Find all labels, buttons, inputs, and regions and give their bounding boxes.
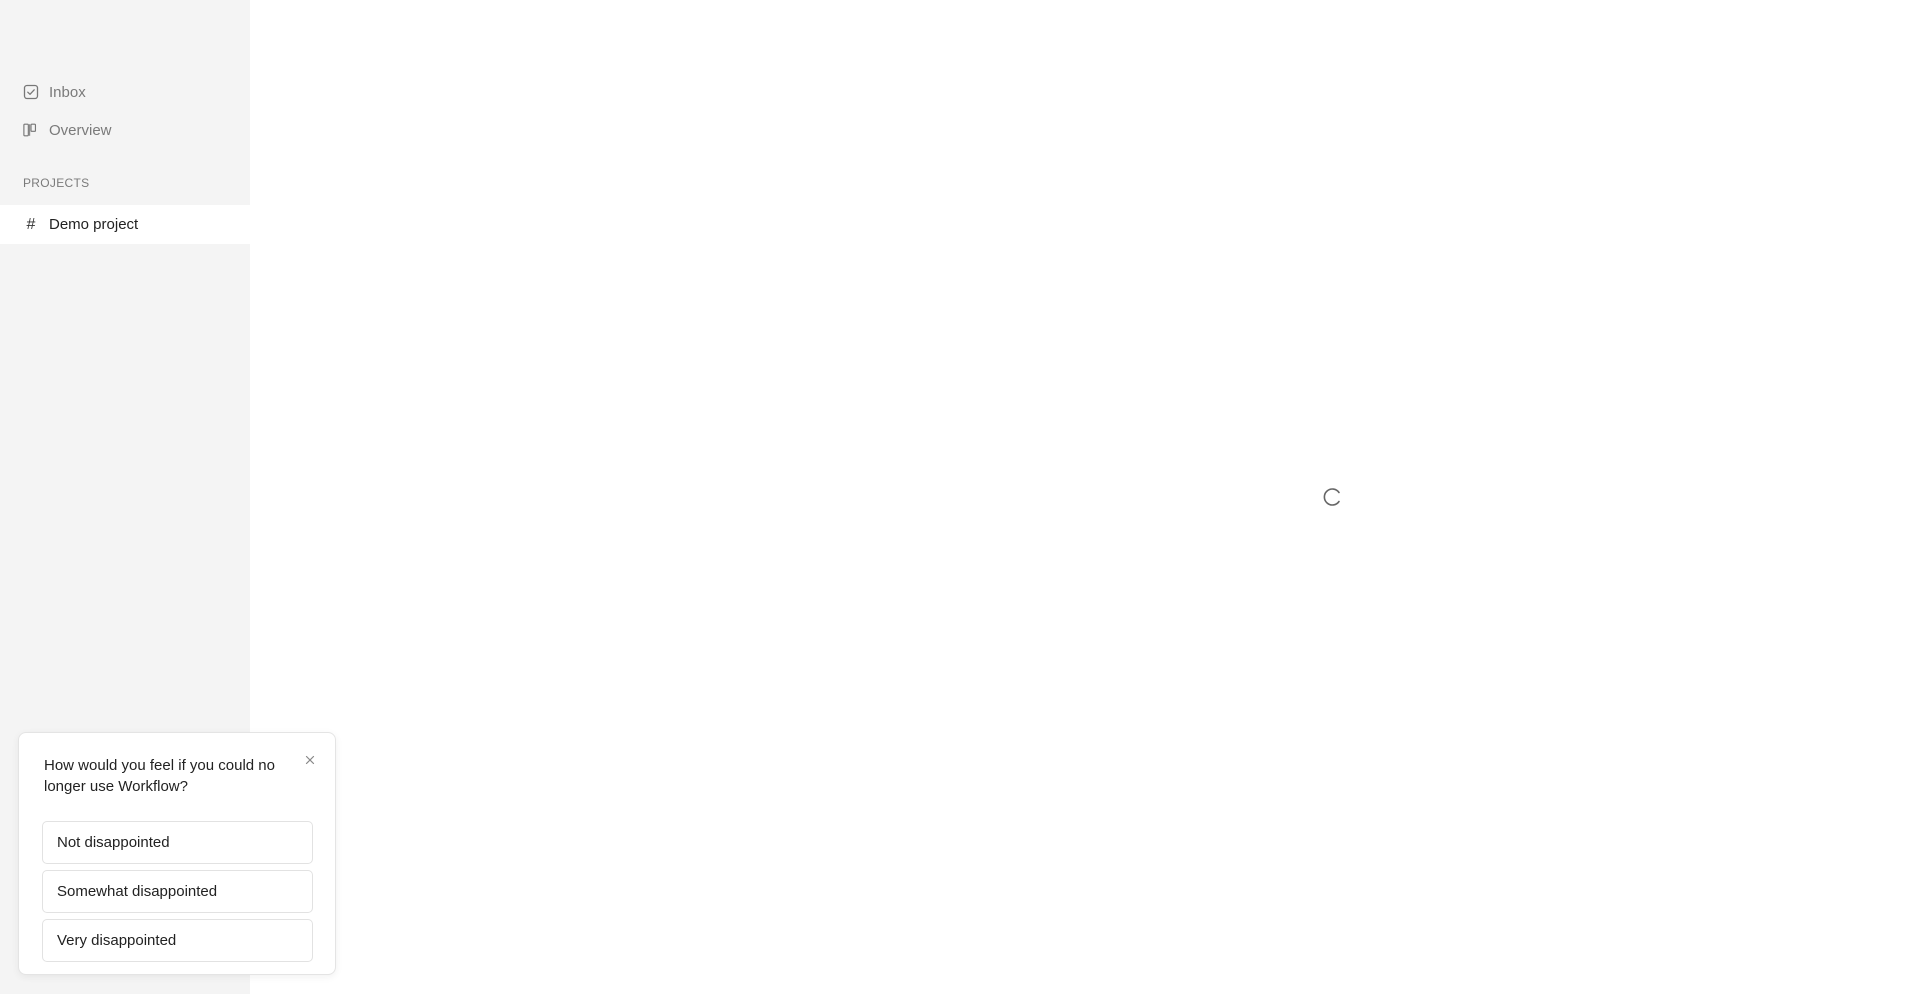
inbox-check-icon	[23, 84, 39, 100]
sidebar-item-label: Overview	[49, 121, 112, 139]
sidebar-item-overview[interactable]: Overview	[0, 111, 250, 149]
hash-icon: #	[26, 215, 36, 233]
app-window: Inbox Overview PROJECTS # Demo project H…	[0, 0, 1920, 994]
survey-option-very-disappointed[interactable]: Very disappointed	[42, 919, 313, 962]
loading-spinner-icon	[1323, 488, 1340, 506]
sidebar-item-inbox[interactable]: Inbox	[0, 73, 250, 111]
main-content	[250, 0, 1920, 994]
sidebar-item-label: Inbox	[49, 83, 86, 101]
projects-heading: PROJECTS	[23, 176, 90, 190]
board-columns-icon	[23, 122, 39, 138]
sidebar-item-demo-project[interactable]: # Demo project	[0, 205, 250, 244]
survey-option-not-disappointed[interactable]: Not disappointed	[42, 821, 313, 864]
feedback-survey-popup: How would you feel if you could no longe…	[18, 732, 336, 975]
sidebar-item-label: Demo project	[49, 216, 139, 233]
sidebar-nav: Inbox Overview	[0, 73, 250, 149]
survey-option-somewhat-disappointed[interactable]: Somewhat disappointed	[42, 870, 313, 913]
survey-question: How would you feel if you could no longe…	[44, 757, 275, 795]
close-icon[interactable]	[303, 753, 317, 767]
